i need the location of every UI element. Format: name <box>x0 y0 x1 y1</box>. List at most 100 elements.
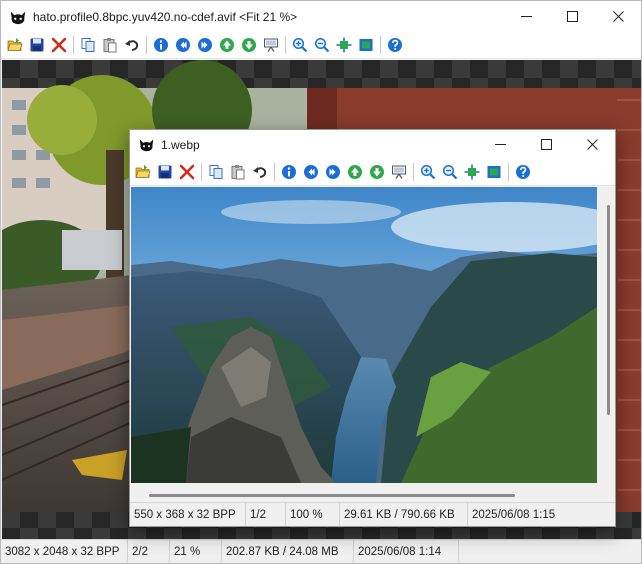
delete-icon <box>179 164 195 180</box>
status-zoom: 21 % <box>170 540 222 563</box>
delete-button[interactable] <box>48 34 70 56</box>
zoom-in-icon <box>420 164 436 180</box>
cat-app-icon <box>139 139 154 152</box>
minimize-button[interactable] <box>477 130 523 159</box>
fit-button[interactable] <box>333 34 355 56</box>
arrow-up-icon <box>220 38 234 52</box>
open-button[interactable] <box>4 34 26 56</box>
zoom-in-button[interactable] <box>289 34 311 56</box>
maximize-button[interactable] <box>523 130 569 159</box>
slideshow-button[interactable] <box>388 161 410 183</box>
toolbar <box>1 32 641 59</box>
delete-button[interactable] <box>176 161 198 183</box>
window-title: hato.profile0.8bpc.yuv420.no-cdef.avif <… <box>33 9 298 24</box>
arrow-down-icon <box>242 38 256 52</box>
status-bar: 550 x 368 x 32 BPP 1/2 100 % 29.61 KB / … <box>130 502 615 526</box>
help-icon <box>388 38 402 52</box>
copy-button[interactable] <box>77 34 99 56</box>
copy-icon <box>81 38 95 52</box>
help-icon <box>516 165 530 179</box>
previous-icon <box>176 38 190 52</box>
status-timestamp: 2025/06/08 1:14 <box>354 540 459 563</box>
slideshow-icon <box>264 38 278 52</box>
paste-button[interactable] <box>227 161 249 183</box>
zoom-out-button[interactable] <box>311 34 333 56</box>
minimize-icon <box>494 144 506 145</box>
info-button[interactable] <box>150 34 172 56</box>
undo-icon <box>253 167 267 178</box>
status-bar: 3082 x 2048 x 32 BPP 2/2 21 % 202.87 KB … <box>1 539 641 563</box>
undo-button[interactable] <box>121 34 143 56</box>
up-button[interactable] <box>344 161 366 183</box>
status-timestamp: 2025/06/08 1:15 <box>472 508 556 521</box>
toolbar <box>130 159 615 186</box>
zoom-out-button[interactable] <box>439 161 461 183</box>
fullscreen-button[interactable] <box>483 161 505 183</box>
close-button[interactable] <box>569 130 615 159</box>
title-bar[interactable]: hato.profile0.8bpc.yuv420.no-cdef.avif <… <box>1 1 641 32</box>
info-button[interactable] <box>278 161 300 183</box>
help-button[interactable] <box>384 34 406 56</box>
up-button[interactable] <box>216 34 238 56</box>
cat-app-icon <box>10 11 26 24</box>
copy-icon <box>209 165 223 179</box>
zoom-out-icon <box>442 164 458 180</box>
image-canvas[interactable] <box>131 187 614 503</box>
fit-window-icon <box>464 164 480 180</box>
horizontal-scrollbar[interactable] <box>149 494 515 497</box>
prev-button[interactable] <box>300 161 322 183</box>
status-dimensions: 3082 x 2048 x 32 BPP <box>1 540 128 563</box>
next-button[interactable] <box>322 161 344 183</box>
minimize-icon <box>520 16 532 17</box>
fullscreen-icon <box>359 39 373 51</box>
save-button[interactable] <box>154 161 176 183</box>
fullscreen-icon <box>487 166 501 178</box>
arrow-up-icon <box>348 165 362 179</box>
fullscreen-button[interactable] <box>355 34 377 56</box>
status-dimensions: 550 x 368 x 32 BPP <box>130 503 246 526</box>
zoom-in-icon <box>292 37 308 53</box>
prev-button[interactable] <box>172 34 194 56</box>
maximize-button[interactable] <box>549 1 595 32</box>
undo-icon <box>125 40 139 51</box>
close-button[interactable] <box>595 1 641 32</box>
status-filesize: 202.87 KB / 24.08 MB <box>222 540 354 563</box>
copy-button[interactable] <box>205 161 227 183</box>
fjord-photo-image <box>131 187 597 483</box>
open-folder-icon <box>7 38 23 51</box>
paste-button[interactable] <box>99 34 121 56</box>
status-page: 1/2 <box>246 503 286 526</box>
save-icon <box>158 165 172 179</box>
open-folder-icon <box>135 165 151 178</box>
down-button[interactable] <box>366 161 388 183</box>
undo-button[interactable] <box>249 161 271 183</box>
next-icon <box>326 165 340 179</box>
previous-icon <box>304 165 318 179</box>
title-bar[interactable]: 1.webp <box>130 130 615 159</box>
help-button[interactable] <box>512 161 534 183</box>
delete-icon <box>51 37 67 53</box>
window-title: 1.webp <box>161 137 200 152</box>
info-icon <box>154 38 168 52</box>
zoom-out-icon <box>314 37 330 53</box>
paste-icon <box>103 38 117 53</box>
slideshow-icon <box>392 165 406 179</box>
slideshow-button[interactable] <box>260 34 282 56</box>
save-button[interactable] <box>26 34 48 56</box>
paste-icon <box>231 165 245 180</box>
fit-button[interactable] <box>461 161 483 183</box>
status-filesize: 29.61 KB / 790.66 KB <box>340 503 468 526</box>
down-button[interactable] <box>238 34 260 56</box>
open-button[interactable] <box>132 161 154 183</box>
maximize-icon <box>566 11 578 22</box>
close-icon <box>586 139 598 150</box>
next-button[interactable] <box>194 34 216 56</box>
arrow-down-icon <box>370 165 384 179</box>
next-icon <box>198 38 212 52</box>
secondary-window: 1.webp 550 x 368 x 32 BPP 1/2 100 % 29.6… <box>129 129 616 527</box>
status-zoom: 100 % <box>286 503 340 526</box>
minimize-button[interactable] <box>503 1 549 32</box>
maximize-icon <box>540 139 552 150</box>
vertical-scrollbar[interactable] <box>607 205 610 415</box>
zoom-in-button[interactable] <box>417 161 439 183</box>
